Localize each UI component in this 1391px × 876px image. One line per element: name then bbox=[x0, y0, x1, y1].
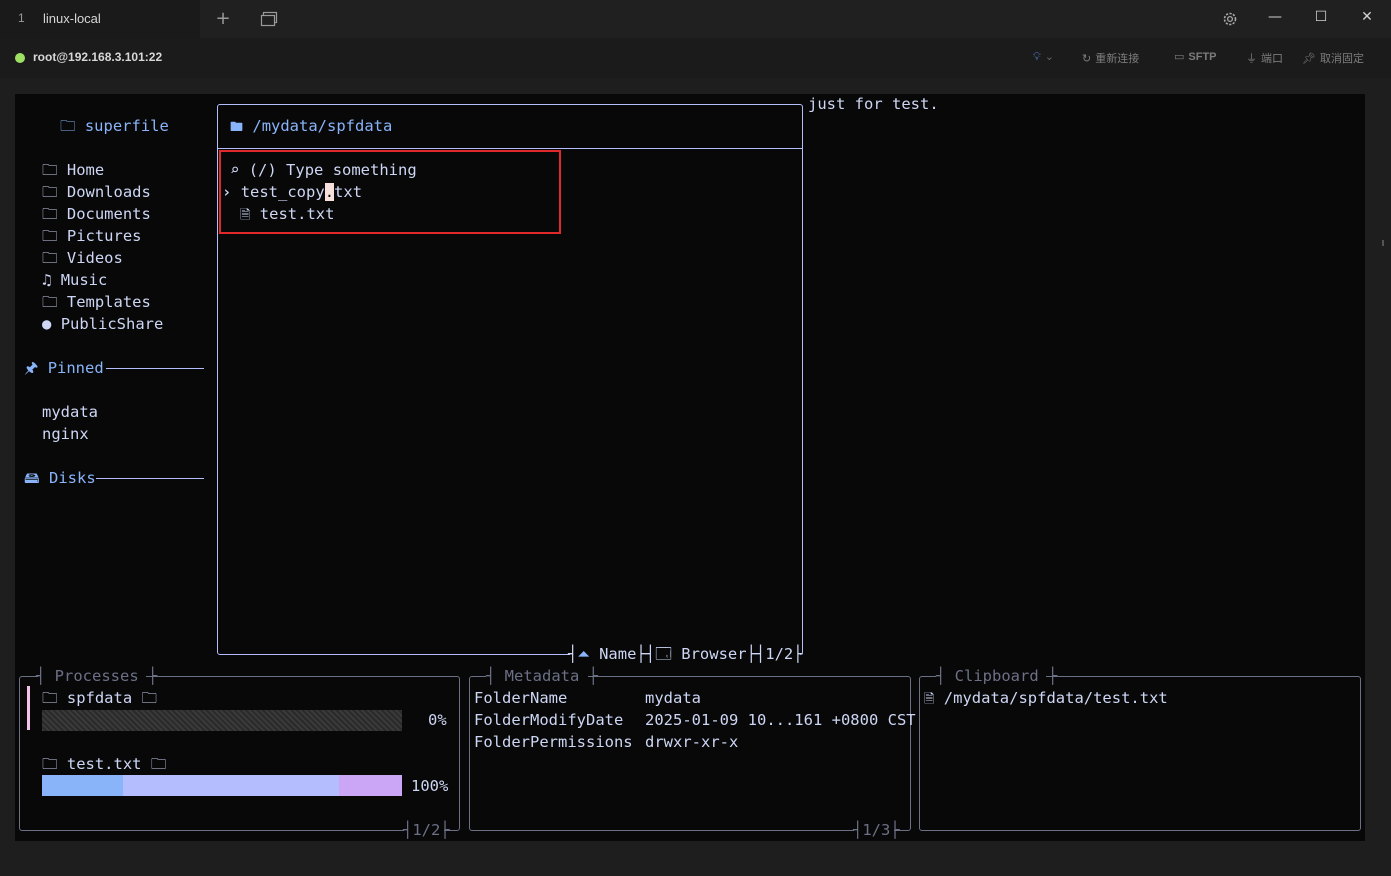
lightbulb-icon: 💡︎ bbox=[1033, 50, 1041, 63]
sidebar-item-label: Documents bbox=[66, 205, 151, 223]
folder-icon: 🗀︎ bbox=[42, 689, 58, 707]
process-percent-2: 100% bbox=[411, 777, 449, 795]
browser-icon: 🗔︎ bbox=[655, 645, 672, 663]
lightbulb-button[interactable]: 💡︎ ⌄ bbox=[1033, 50, 1054, 64]
disks-header: 🖴︎ Disks bbox=[24, 469, 96, 487]
gear-icon[interactable] bbox=[1217, 6, 1243, 32]
sort-label[interactable]: Name bbox=[599, 645, 636, 663]
connection-host: root@192.168.3.101:22 bbox=[33, 50, 163, 64]
sidebar-item-music[interactable]: ♫ Music bbox=[42, 269, 107, 291]
processes-title: ┤ Processes ├ bbox=[36, 667, 158, 685]
sidebar-item-documents[interactable]: 🗀︎ Documents bbox=[42, 203, 151, 225]
sidebar-item-label: Music bbox=[60, 271, 108, 289]
window-icon[interactable] bbox=[256, 6, 282, 32]
page-indicator: 1/2 bbox=[765, 645, 794, 663]
file-icon: 🗀︎ bbox=[42, 755, 58, 773]
file-panel-footer: ┤⏶ Name├┤🗔︎ Browser├┤1/2├ bbox=[568, 645, 803, 663]
sidebar-item-home[interactable]: 🗀︎ Home bbox=[42, 159, 104, 181]
highlight-box bbox=[219, 150, 561, 234]
file-panel-header-divider bbox=[218, 148, 802, 149]
metadata-page: ┤1/3├ bbox=[853, 821, 900, 839]
title-bar: 1 linux-local + — ☐ ✕ bbox=[0, 0, 1391, 38]
sidebar-item-label: Templates bbox=[66, 293, 151, 311]
folder-icon: 🖿︎ bbox=[230, 120, 244, 135]
unpin-button[interactable]: 📌︎ 取消固定 bbox=[1302, 50, 1364, 66]
folder-icon: 🗀︎ bbox=[42, 227, 58, 245]
pinned-header: 🖈︎ Pinned bbox=[24, 359, 104, 377]
sidebar-item-label: Home bbox=[66, 161, 105, 179]
reconnect-button[interactable]: ↻ 重新连接 bbox=[1082, 50, 1139, 66]
metadata-key: FolderName bbox=[474, 689, 568, 707]
connection-bar: root@192.168.3.101:22 💡︎ ⌄ ↻ 重新连接 ▭ SFTP ⏚ 端… bbox=[0, 38, 1391, 78]
metadata-key: FolderModifyDate bbox=[474, 711, 624, 729]
tab-linux-local[interactable]: 1 linux-local bbox=[0, 0, 200, 38]
pinned-divider bbox=[106, 368, 204, 369]
music-icon: ♫ bbox=[42, 271, 52, 289]
plus-icon[interactable]: + bbox=[210, 6, 236, 32]
folder-icon: 🗀︎ bbox=[42, 293, 58, 311]
globe-icon: ● bbox=[42, 315, 52, 333]
tab-number: 1 bbox=[18, 11, 25, 25]
pin-icon: 📌︎ bbox=[1302, 52, 1316, 65]
sidebar-item-publicshare[interactable]: ● PublicShare bbox=[42, 313, 163, 335]
folder-icon: 🗀︎ bbox=[42, 205, 58, 223]
maximize-button[interactable]: ☐ bbox=[1306, 4, 1336, 30]
status-icon: 🗀︎ bbox=[150, 755, 167, 773]
sidebar-title: 🗀︎ superfile bbox=[60, 117, 169, 135]
preview-text: just for test. bbox=[808, 95, 939, 113]
process-progress-bar-2-seg2 bbox=[123, 775, 339, 796]
clipboard-item[interactable]: 🗎︎ /mydata/spfdata/test.txt bbox=[924, 687, 1168, 711]
sftp-button[interactable]: ▭ SFTP bbox=[1174, 50, 1217, 63]
plug-icon: ⏚ bbox=[1246, 52, 1257, 65]
file-panel-path: 🖿︎ /mydata/spfdata bbox=[230, 117, 393, 135]
sidebar-item-templates[interactable]: 🗀︎ Templates bbox=[42, 291, 151, 313]
folder-icon: 🗀︎ bbox=[42, 161, 58, 179]
metadata-value: 2025-01-09 10...161 +0800 CST bbox=[645, 711, 916, 729]
connection-status-dot bbox=[15, 53, 25, 63]
metadata-title: ┤ Metadata ├ bbox=[486, 667, 598, 685]
sidebar-item-pinned-nginx[interactable]: nginx bbox=[42, 423, 89, 445]
sidebar-item-label: Downloads bbox=[66, 183, 151, 201]
process-item-2[interactable]: 🗀︎ test.txt 🗀︎ bbox=[42, 753, 166, 775]
clipboard-title: ┤ Clipboard ├ bbox=[936, 667, 1058, 685]
disks-divider bbox=[96, 478, 204, 479]
process-progress-bar-2-seg3 bbox=[339, 775, 402, 796]
file-icon: 🗎︎ bbox=[924, 692, 935, 707]
metadata-key: FolderPermissions bbox=[474, 733, 633, 751]
port-button[interactable]: ⏚ 端口 bbox=[1246, 50, 1283, 66]
close-button[interactable]: ✕ bbox=[1352, 4, 1382, 30]
minimize-button[interactable]: — bbox=[1260, 4, 1290, 30]
sidebar-item-label: Pictures bbox=[66, 227, 142, 245]
refresh-icon: ↻ bbox=[1082, 52, 1092, 65]
metadata-value: drwxr-xr-x bbox=[645, 733, 739, 751]
sidebar-item-pictures[interactable]: 🗀︎ Pictures bbox=[42, 225, 142, 247]
process-item-1[interactable]: 🗀︎ spfdata 🗀︎ bbox=[42, 687, 157, 709]
sidebar-item-label: Videos bbox=[66, 249, 123, 267]
metadata-value: mydata bbox=[645, 689, 701, 707]
sidebar-item-pinned-mydata[interactable]: mydata bbox=[42, 401, 98, 423]
process-progress-bar-1 bbox=[42, 710, 402, 731]
disk-icon: 🖴︎ bbox=[24, 469, 40, 487]
folder-icon: 🗀︎ bbox=[42, 183, 58, 201]
tab-title: linux-local bbox=[43, 11, 101, 26]
process-progress-bar-2-seg1 bbox=[42, 775, 123, 796]
folder-icon: 🗀︎ bbox=[42, 249, 58, 267]
folder-open-icon: ▭ bbox=[1174, 50, 1185, 63]
selected-process-marker bbox=[27, 686, 30, 730]
processes-page: ┤1/2├ bbox=[403, 821, 450, 839]
terminal-scroll-gutter bbox=[1365, 94, 1391, 841]
process-percent-1: 0% bbox=[428, 711, 447, 729]
sidebar-item-label: PublicShare bbox=[60, 315, 164, 333]
terminal-scrollbar[interactable] bbox=[1382, 240, 1384, 246]
sidebar-item-downloads[interactable]: 🗀︎ Downloads bbox=[42, 181, 151, 203]
sidebar-item-videos[interactable]: 🗀︎ Videos bbox=[42, 247, 123, 269]
status-icon: 🗀︎ bbox=[141, 689, 158, 707]
mode-label[interactable]: Browser bbox=[681, 645, 746, 663]
sort-icon: ⏶ bbox=[577, 645, 590, 663]
pin-icon: 🖈︎ bbox=[24, 359, 39, 377]
